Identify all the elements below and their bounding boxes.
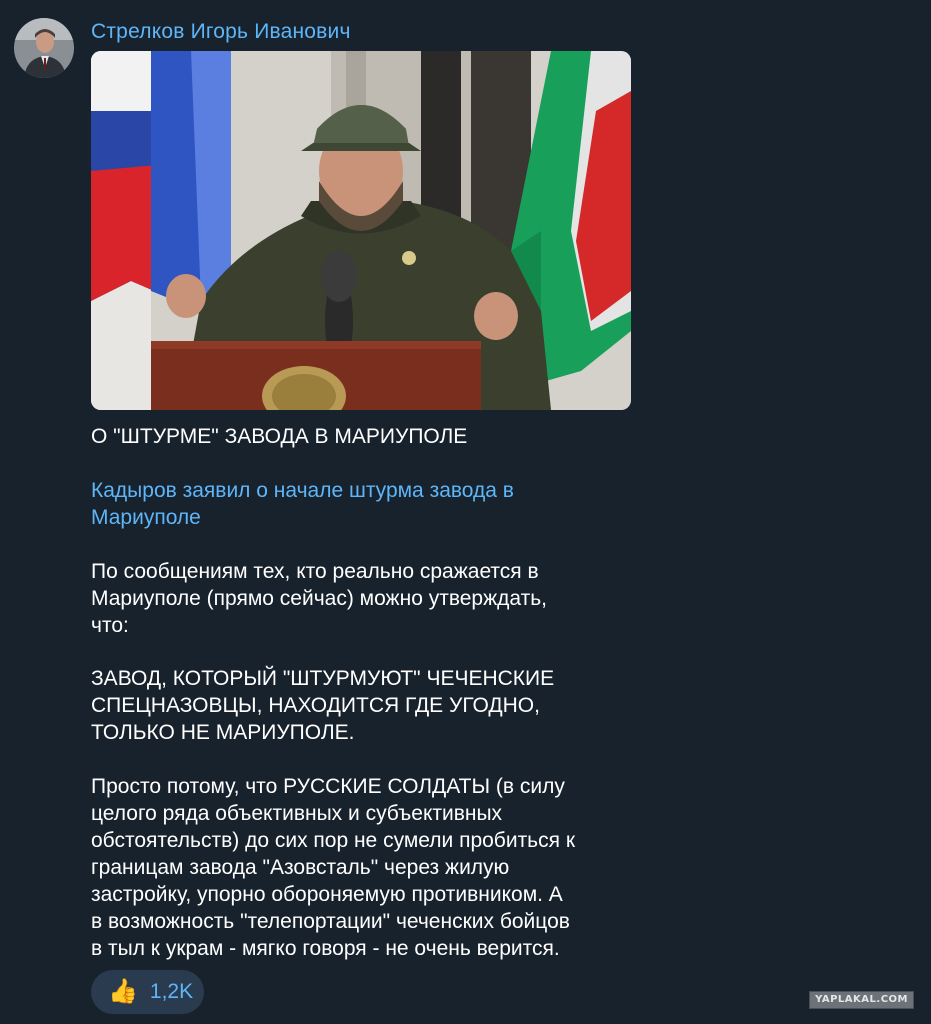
message-paragraph: Просто потому, что РУССКИЕ СОЛДАТЫ (в си… (91, 775, 576, 960)
photo-image[interactable] (91, 51, 631, 410)
message-paragraph: ЗАВОД, КОТОРЫЙ "ШТУРМУЮТ" ЧЕЧЕНСКИЕ СПЕЦ… (91, 667, 555, 744)
message-paragraph: По сообщениям тех, кто реально сражается… (91, 560, 548, 637)
user-avatar-icon (14, 18, 74, 78)
channel-name[interactable]: Стрелков Игорь Иванович (91, 18, 351, 46)
watermark: YAPLAKAL.COM (809, 991, 914, 1009)
thumbs-up-icon: 👍 (108, 978, 138, 1005)
article-link[interactable]: Кадыров заявил о начале штурма завода в … (91, 477, 651, 531)
reaction-button[interactable]: 👍 1,2K (91, 970, 204, 1014)
reaction-count: 1,2K (149, 980, 194, 1003)
channel-avatar[interactable] (14, 18, 74, 78)
message-heading: О "ШТУРМЕ" ЗАВОДА В МАРИУПОЛЕ (91, 425, 468, 448)
